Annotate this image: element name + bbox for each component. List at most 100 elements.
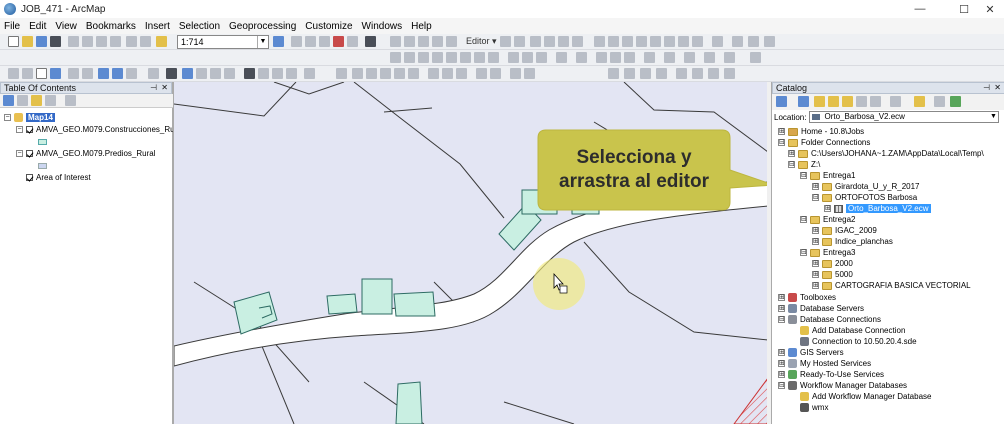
pin-icon[interactable]: ⊣ — [983, 83, 990, 93]
add-data-icon[interactable] — [156, 36, 167, 47]
search-window-icon[interactable] — [319, 36, 330, 47]
menu-view[interactable]: View — [55, 21, 77, 32]
dimension-icon[interactable] — [684, 52, 695, 63]
forward-icon[interactable] — [798, 96, 809, 107]
go-to-xy-icon[interactable] — [272, 68, 283, 79]
collapse-icon[interactable]: ⊟ — [812, 194, 819, 201]
map-scale-select[interactable]: 1:714 ▼ — [177, 35, 269, 49]
expand-icon[interactable]: ⊞ — [778, 360, 785, 367]
trace-icon[interactable] — [558, 36, 569, 47]
edit-annotation-icon[interactable] — [514, 36, 525, 47]
expand-icon[interactable]: ⊞ — [812, 238, 819, 245]
catalog-tree-item[interactable]: ⊟ ORTOFOTOS Barbosa — [812, 192, 917, 203]
python-window-icon[interactable] — [347, 36, 358, 47]
polygon-symbol[interactable] — [38, 138, 47, 145]
polygon-symbol[interactable] — [38, 162, 47, 169]
catalog-tree-item[interactable]: ⊞ Toolboxes — [778, 292, 836, 303]
edit-tool-icon[interactable] — [500, 36, 511, 47]
catalog-tree-item[interactable]: ⊞ 5000 — [812, 269, 853, 280]
delete-icon[interactable] — [110, 36, 121, 47]
catalog-tree-item[interactable]: ⊞ GIS Servers — [778, 347, 844, 358]
toc-options-icon[interactable] — [65, 95, 76, 106]
pan-icon[interactable] — [36, 68, 47, 79]
layer-icon[interactable] — [608, 68, 619, 79]
construct-polygons-icon[interactable] — [522, 52, 533, 63]
zoom-out-icon[interactable] — [22, 68, 33, 79]
location-input[interactable]: Orto_Barbosa_V2.ecw ▼ — [809, 111, 1000, 123]
editor-toolbar-icon[interactable] — [273, 36, 284, 47]
measurement-icon[interactable] — [692, 68, 703, 79]
toolbar-options-icon[interactable] — [764, 36, 775, 47]
sketch-properties-icon[interactable] — [678, 36, 689, 47]
measure-icon[interactable] — [224, 68, 235, 79]
snapping-edge-icon[interactable] — [446, 36, 457, 47]
expand-icon[interactable]: ⊞ — [812, 183, 819, 190]
toc-layer-symbol[interactable] — [38, 160, 47, 171]
collapse-icon[interactable]: ⊟ — [800, 216, 807, 223]
measure-edit-icon[interactable] — [644, 52, 655, 63]
draw-icon[interactable] — [336, 68, 347, 79]
open-icon[interactable] — [22, 36, 33, 47]
layer-visibility-checkbox[interactable] — [26, 150, 33, 157]
analysis-icon[interactable] — [524, 68, 535, 79]
layer-properties-icon[interactable] — [624, 68, 635, 79]
menu-help[interactable]: Help — [411, 21, 432, 32]
expand-icon[interactable]: ⊞ — [812, 282, 819, 289]
layer-visibility-checkbox[interactable] — [26, 126, 33, 133]
end-point-arc-icon[interactable] — [544, 36, 555, 47]
collapse-icon[interactable]: − — [16, 150, 23, 157]
expand-icon[interactable]: ⊞ — [778, 128, 785, 135]
connect-folder-icon[interactable] — [842, 96, 853, 107]
html-popup-icon[interactable] — [210, 68, 221, 79]
toc-layer-row[interactable]: − AMVA_GEO.M079.Construcciones_Rura — [16, 124, 182, 135]
catalog-tree-item[interactable]: ⊞ Ready-To-Use Services — [778, 369, 884, 380]
menu-insert[interactable]: Insert — [145, 21, 170, 32]
catalog-tree-item[interactable]: Add Database Connection — [800, 325, 905, 336]
list-by-visibility-icon[interactable] — [31, 95, 42, 106]
catalog-tree-item[interactable]: ⊞ Indice_planchas — [812, 236, 893, 247]
toc-window-icon[interactable] — [291, 36, 302, 47]
georef-icon[interactable] — [748, 36, 759, 47]
model-builder-icon[interactable] — [365, 36, 376, 47]
expand-icon[interactable]: ⊞ — [778, 349, 785, 356]
snapping-vertex-icon[interactable] — [432, 36, 443, 47]
cad-tools-icon[interactable] — [596, 52, 607, 63]
snapping-point-icon[interactable] — [404, 36, 415, 47]
layout-tools-icon[interactable] — [352, 68, 363, 79]
collapse-icon[interactable]: ⊟ — [800, 249, 807, 256]
maximize-button[interactable]: ☐ — [950, 0, 978, 18]
find-route-icon[interactable] — [258, 68, 269, 79]
create-features-icon[interactable] — [692, 36, 703, 47]
menu-geoprocessing[interactable]: Geoprocessing — [229, 21, 296, 32]
attributes-icon[interactable] — [664, 36, 675, 47]
create-viewer-icon[interactable] — [304, 68, 315, 79]
toc-layer-row[interactable]: Area of Interest — [26, 172, 91, 183]
extend-icon[interactable] — [418, 52, 429, 63]
view-link-table-icon[interactable] — [456, 68, 467, 79]
toc-layer-row[interactable]: − AMVA_GEO.M079.Predios_Rural — [16, 148, 155, 159]
catalog-tree-item[interactable]: Add Workflow Manager Database — [800, 391, 931, 402]
expand-icon[interactable]: ⊞ — [812, 227, 819, 234]
collapse-icon[interactable]: ⊟ — [778, 316, 785, 323]
catalog-tree-item[interactable]: ⊟ Entrega2 — [800, 214, 855, 225]
close-button[interactable]: ✕ — [976, 0, 1004, 18]
search-icon[interactable] — [934, 96, 945, 107]
rotate-view-icon[interactable] — [676, 68, 687, 79]
toolbar-more-icon[interactable] — [724, 68, 735, 79]
cut-polygons-icon[interactable] — [622, 36, 633, 47]
pin-icon[interactable]: ⊣ — [150, 83, 157, 93]
catalog-tree-item[interactable]: ⊞ Database Servers — [778, 303, 864, 314]
catalog-tree-item[interactable]: ⊟ Entrega3 — [800, 247, 855, 258]
find-icon[interactable] — [244, 68, 255, 79]
collapse-icon[interactable]: ⊟ — [778, 139, 785, 146]
options-icon[interactable] — [950, 96, 961, 107]
copy-features-icon[interactable] — [390, 52, 401, 63]
expand-icon[interactable]: ⊞ — [812, 271, 819, 278]
menu-windows[interactable]: Windows — [362, 21, 403, 32]
projection-icon[interactable] — [708, 68, 719, 79]
edit-vertices-icon[interactable] — [594, 36, 605, 47]
parallel-icon[interactable] — [576, 52, 587, 63]
globe-icon[interactable] — [510, 68, 521, 79]
forward-extent-icon[interactable] — [112, 68, 123, 79]
construct-points-icon[interactable] — [508, 52, 519, 63]
